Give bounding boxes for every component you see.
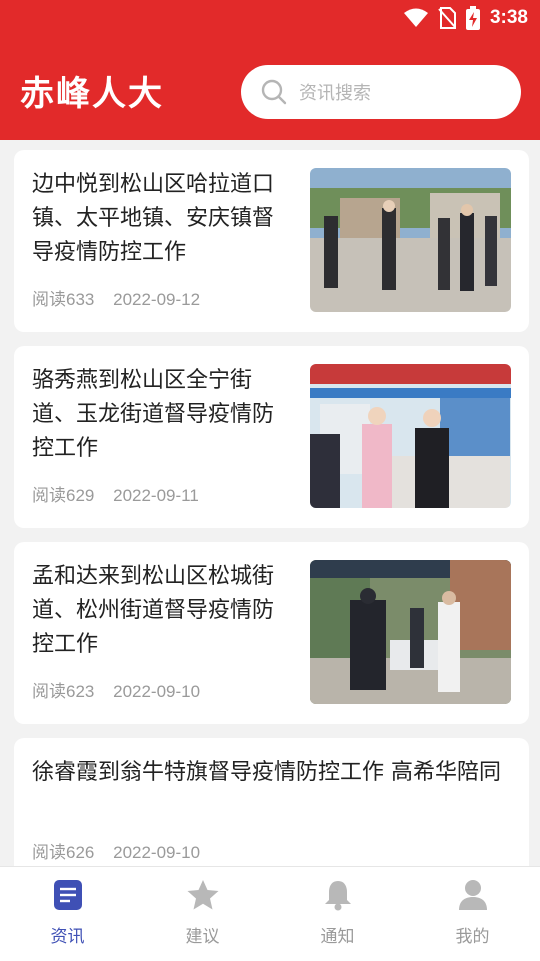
news-feed[interactable]: 边中悦到松山区哈拉道口镇、太平地镇、安庆镇督导疫情防控工作 阅读633 2022… — [0, 140, 540, 866]
search-icon — [261, 79, 287, 105]
tab-suggestions[interactable]: 建议 — [135, 879, 270, 947]
news-icon — [53, 880, 82, 910]
status-bar: 3:38 — [0, 0, 540, 36]
publish-date: 2022-09-12 — [113, 290, 201, 309]
article-thumbnail — [310, 560, 511, 704]
tab-label: 建议 — [185, 927, 220, 947]
tab-news[interactable]: 资讯 — [0, 879, 135, 947]
article-card[interactable]: 骆秀燕到松山区全宁街道、玉龙街道督导疫情防控工作 阅读629 2022-09-1… — [14, 346, 529, 528]
tab-label: 我的 — [455, 927, 490, 947]
view-count: 阅读626 — [32, 843, 95, 862]
article-title: 骆秀燕到松山区全宁街道、玉龙街道督导疫情防控工作 — [32, 368, 275, 461]
no-sim-icon — [438, 7, 456, 29]
tab-label: 通知 — [320, 927, 355, 947]
tab-notices[interactable]: 通知 — [270, 879, 405, 947]
article-card[interactable]: 徐睿霞到翁牛特旗督导疫情防控工作 高希华陪同 阅读626 2022-09-10 — [14, 738, 529, 866]
article-title: 边中悦到松山区哈拉道口镇、太平地镇、安庆镇督导疫情防控工作 — [32, 172, 275, 265]
view-count: 阅读623 — [32, 682, 95, 701]
article-meta: 阅读623 2022-09-10 — [32, 677, 214, 702]
search-input[interactable]: 资讯搜索 — [299, 79, 371, 105]
article-title: 孟和达来到松山区松城街道、松州街道督导疫情防控工作 — [32, 564, 275, 657]
search-bar[interactable]: 资讯搜索 — [241, 65, 521, 119]
wifi-icon — [403, 8, 428, 27]
bottom-tab-bar: 资讯 建议 通知 我的 — [0, 866, 540, 961]
app-title: 赤峰人大 — [20, 74, 164, 114]
tab-profile[interactable]: 我的 — [405, 879, 540, 947]
status-time: 3:38 — [489, 7, 528, 28]
article-card[interactable]: 孟和达来到松山区松城街道、松州街道督导疫情防控工作 阅读623 2022-09-… — [14, 542, 529, 724]
view-count: 阅读633 — [32, 290, 95, 309]
publish-date: 2022-09-10 — [113, 843, 201, 862]
star-icon — [187, 880, 218, 910]
article-thumbnail — [310, 364, 511, 508]
article-meta: 阅读629 2022-09-11 — [32, 481, 213, 506]
article-title: 徐睿霞到翁牛特旗督导疫情防控工作 高希华陪同 — [32, 760, 501, 785]
article-meta: 阅读626 2022-09-10 — [32, 838, 214, 863]
article-card[interactable]: 边中悦到松山区哈拉道口镇、太平地镇、安庆镇督导疫情防控工作 阅读633 2022… — [14, 150, 529, 332]
app-header: 赤峰人大 资讯搜索 — [0, 36, 540, 140]
view-count: 阅读629 — [32, 486, 95, 505]
publish-date: 2022-09-10 — [113, 682, 201, 701]
publish-date: 2022-09-11 — [113, 486, 199, 505]
battery-charging-icon — [465, 6, 480, 30]
tab-label: 资讯 — [50, 927, 85, 947]
user-icon — [458, 880, 487, 910]
article-thumbnail — [310, 168, 511, 312]
status-icons: 3:38 — [403, 6, 528, 30]
article-meta: 阅读633 2022-09-12 — [32, 285, 214, 310]
bell-icon — [324, 881, 351, 911]
